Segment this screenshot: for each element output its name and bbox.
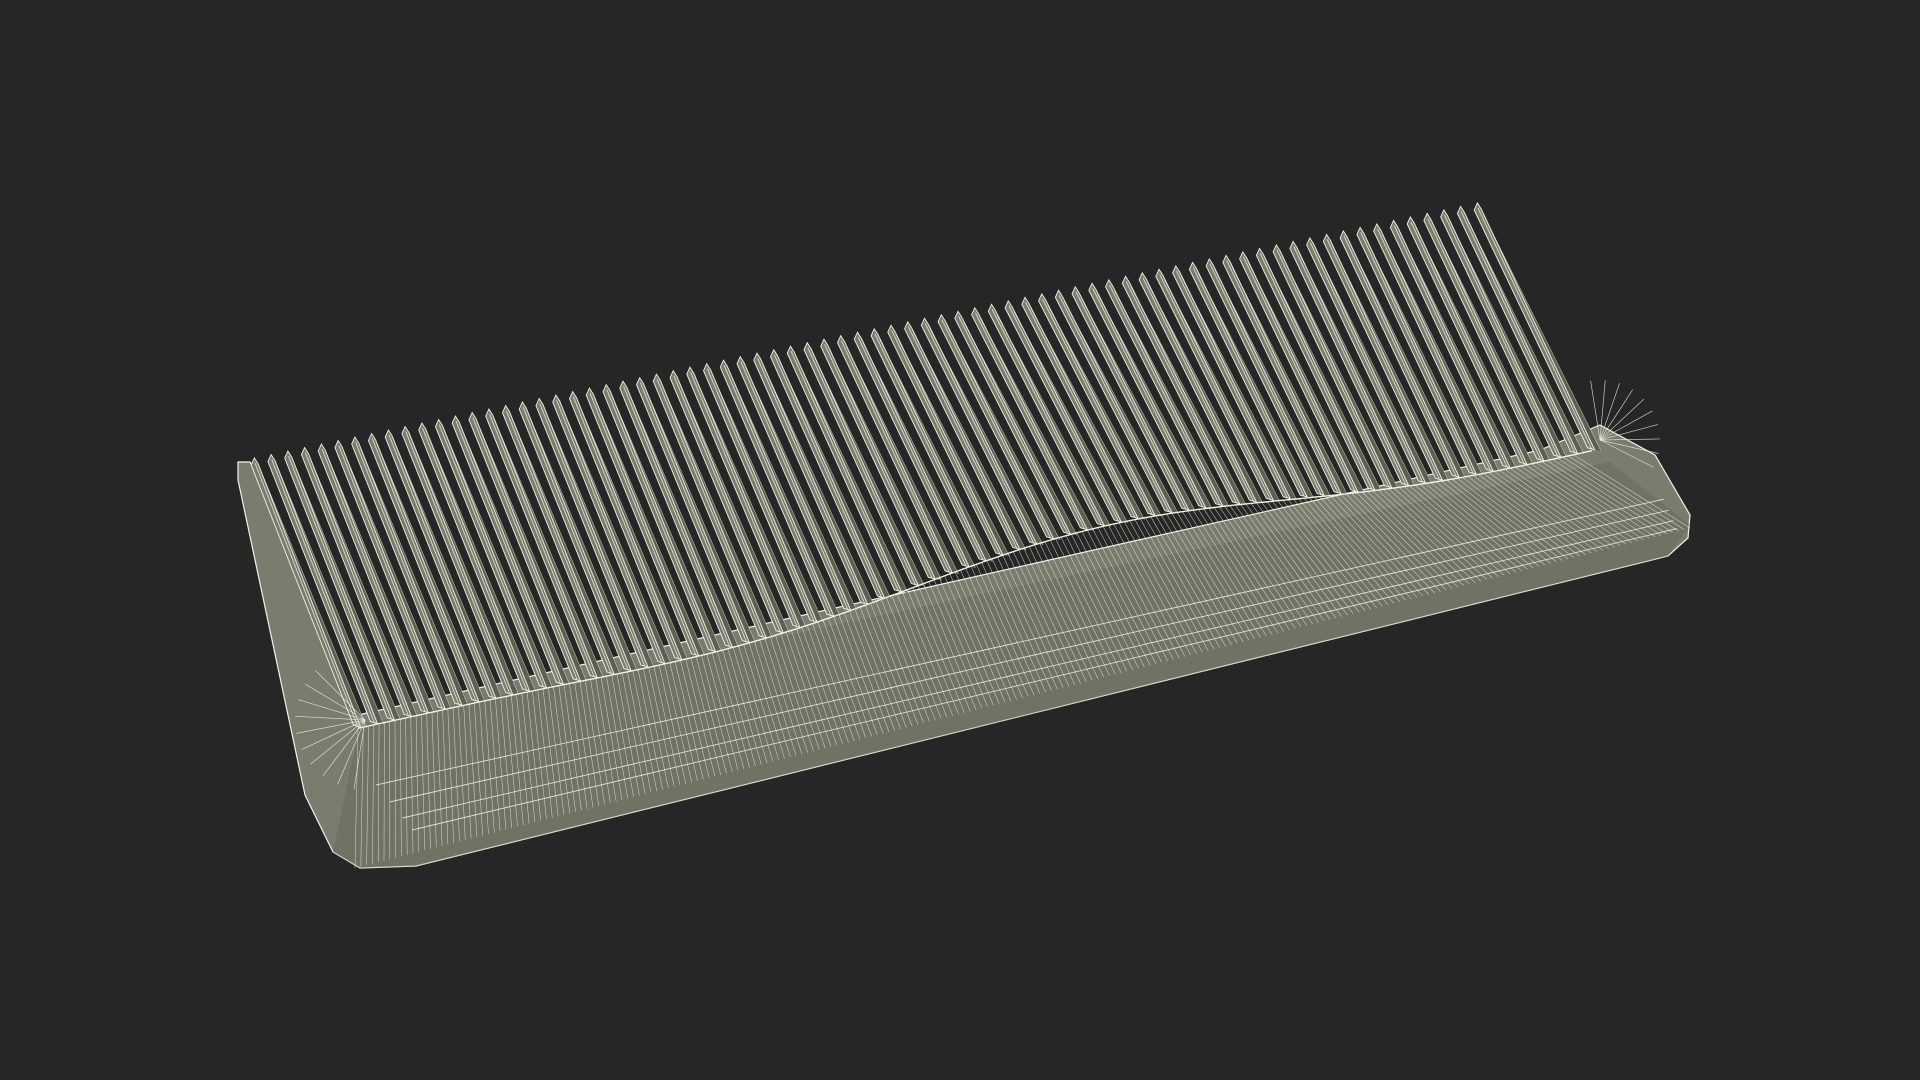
- render-viewport: [0, 0, 1920, 1080]
- comb-wireframe-render: [237, 202, 1691, 869]
